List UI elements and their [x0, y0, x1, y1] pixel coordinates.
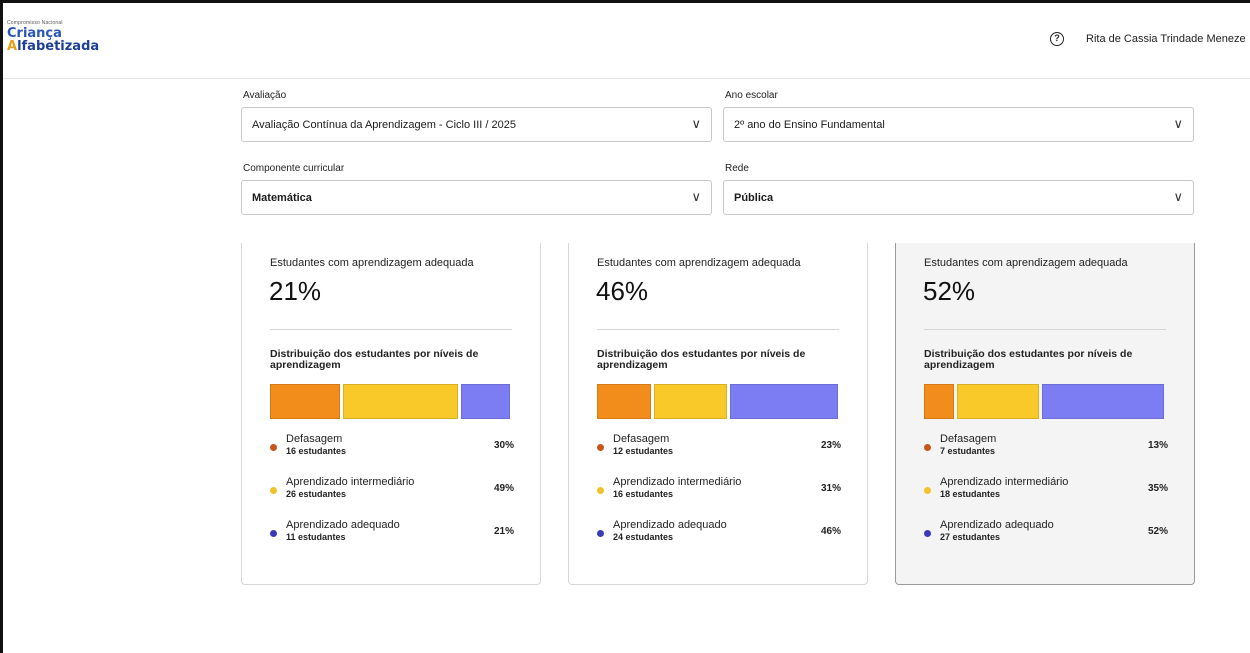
- legend-name: Aprendizado adequado: [286, 519, 400, 531]
- legend-dot-blue: [597, 530, 604, 537]
- legend-percent: 31%: [820, 483, 841, 494]
- select-componente[interactable]: Matemática ∨: [241, 180, 712, 215]
- card-percentage: 52%: [923, 276, 976, 306]
- legend-percent: 21%: [493, 526, 514, 537]
- bar-segment-defasagem: [924, 384, 954, 419]
- logo-word-alfabetizada: Alfabetizada: [7, 40, 117, 54]
- card-percentage: 21%: [269, 276, 322, 306]
- help-icon[interactable]: ?: [1050, 32, 1064, 46]
- top-bar: Compromisso Nacional Criança Alfabetizad…: [3, 3, 1250, 79]
- legend-percent: 30%: [493, 440, 514, 451]
- distribution-title: Distribuição dos estudantes por níveis d…: [924, 348, 1133, 371]
- legend-percent: 23%: [820, 440, 841, 451]
- legend-count: 26 estudantes: [286, 489, 347, 499]
- legend-item-intermediario: Aprendizado intermediário 26 estudantes …: [270, 476, 514, 504]
- bar-segment-defasagem: [597, 384, 651, 419]
- legend-item-defasagem: Defasagem 7 estudantes 13%: [924, 433, 1168, 461]
- logo-word-rest: lfabetizada: [17, 39, 100, 54]
- bar-segment-defasagem: [270, 384, 340, 419]
- select-ano-escolar-value: 2º ano do Ensino Fundamental: [734, 119, 885, 131]
- select-componente-value: Matemática: [252, 192, 312, 204]
- card-percentage: 46%: [596, 276, 649, 306]
- legend-dot-yellow: [924, 487, 931, 494]
- bar-segment-adequado: [1042, 384, 1164, 419]
- result-card[interactable]: Estudantes com aprendizagem adequada 46%…: [568, 243, 868, 585]
- distribution-bar: [597, 384, 838, 419]
- card-divider: [597, 329, 839, 330]
- legend-name: Aprendizado adequado: [613, 519, 727, 531]
- legend-name: Defasagem: [940, 433, 997, 445]
- legend-item-defasagem: Defasagem 12 estudantes 23%: [597, 433, 841, 461]
- select-avaliacao[interactable]: Avaliação Contínua da Aprendizagem - Cic…: [241, 107, 712, 142]
- chevron-down-icon: ∨: [691, 189, 701, 204]
- user-name[interactable]: Rita de Cassia Trindade Meneze: [1086, 33, 1246, 45]
- select-rede-value: Pública: [734, 192, 774, 204]
- legend-count: 16 estudantes: [613, 489, 674, 499]
- legend-count: 16 estudantes: [286, 446, 347, 456]
- legend-dot-blue: [270, 530, 277, 537]
- card-divider: [924, 329, 1166, 330]
- label-ano-escolar: Ano escolar: [725, 90, 778, 101]
- legend-percent: 13%: [1147, 440, 1168, 451]
- legend-dot-yellow: [597, 487, 604, 494]
- label-rede: Rede: [725, 163, 749, 174]
- legend-percent: 49%: [493, 483, 514, 494]
- select-avaliacao-value: Avaliação Contínua da Aprendizagem - Cic…: [252, 119, 516, 131]
- card-title: Estudantes com aprendizagem adequada: [270, 257, 474, 269]
- legend-name: Aprendizado adequado: [940, 519, 1054, 531]
- legend-dot-yellow: [270, 487, 277, 494]
- distribution-bar: [270, 384, 510, 419]
- distribution-title: Distribuição dos estudantes por níveis d…: [597, 348, 806, 371]
- legend-item-intermediario: Aprendizado intermediário 16 estudantes …: [597, 476, 841, 504]
- legend-item-adequado: Aprendizado adequado 27 estudantes 52%: [924, 519, 1168, 547]
- legend-item-adequado: Aprendizado adequado 24 estudantes 46%: [597, 519, 841, 547]
- card-title: Estudantes com aprendizagem adequada: [597, 257, 801, 269]
- legend-item-adequado: Aprendizado adequado 11 estudantes 21%: [270, 519, 514, 547]
- legend-percent: 35%: [1147, 483, 1168, 494]
- legend-dot-orange: [924, 444, 931, 451]
- legend-dot-orange: [270, 444, 277, 451]
- legend-count: 12 estudantes: [613, 446, 674, 456]
- legend-count: 27 estudantes: [940, 532, 1001, 542]
- legend-count: 11 estudantes: [286, 532, 346, 542]
- logo-initial: A: [7, 39, 18, 54]
- select-ano-escolar[interactable]: 2º ano do Ensino Fundamental ∨: [723, 107, 1194, 142]
- select-rede[interactable]: Pública ∨: [723, 180, 1194, 215]
- bar-segment-intermediario: [957, 384, 1039, 419]
- legend-dot-orange: [597, 444, 604, 451]
- legend-name: Aprendizado intermediário: [286, 476, 415, 488]
- card-divider: [270, 329, 512, 330]
- legend-dot-blue: [924, 530, 931, 537]
- legend-count: 7 estudantes: [940, 446, 996, 456]
- legend-percent: 52%: [1147, 526, 1168, 537]
- legend-count: 18 estudantes: [940, 489, 1001, 499]
- legend-count: 24 estudantes: [613, 532, 674, 542]
- chevron-down-icon: ∨: [1173, 116, 1183, 131]
- bar-segment-intermediario: [654, 384, 727, 419]
- legend-name: Aprendizado intermediário: [940, 476, 1069, 488]
- distribution-bar: [924, 384, 1164, 419]
- legend-item-defasagem: Defasagem 16 estudantes 30%: [270, 433, 514, 461]
- label-avaliacao: Avaliação: [243, 90, 287, 101]
- result-card-selected[interactable]: Estudantes com aprendizagem adequada 52%…: [895, 243, 1195, 585]
- legend-item-intermediario: Aprendizado intermediário 18 estudantes …: [924, 476, 1168, 504]
- legend-percent: 46%: [820, 526, 841, 537]
- legend-name: Aprendizado intermediário: [613, 476, 742, 488]
- bar-segment-adequado: [461, 384, 510, 419]
- legend-name: Defasagem: [613, 433, 670, 445]
- result-card[interactable]: Estudantes com aprendizagem adequada 21%…: [241, 243, 541, 585]
- label-componente: Componente curricular: [243, 163, 345, 174]
- card-title: Estudantes com aprendizagem adequada: [924, 257, 1128, 269]
- distribution-title: Distribuição dos estudantes por níveis d…: [270, 348, 479, 371]
- chevron-down-icon: ∨: [691, 116, 701, 131]
- logo-crianca-alfabetizada[interactable]: Compromisso Nacional Criança Alfabetizad…: [7, 21, 117, 65]
- chevron-down-icon: ∨: [1173, 189, 1183, 204]
- bar-segment-adequado: [730, 384, 838, 419]
- legend-name: Defasagem: [286, 433, 343, 445]
- bar-segment-intermediario: [343, 384, 458, 419]
